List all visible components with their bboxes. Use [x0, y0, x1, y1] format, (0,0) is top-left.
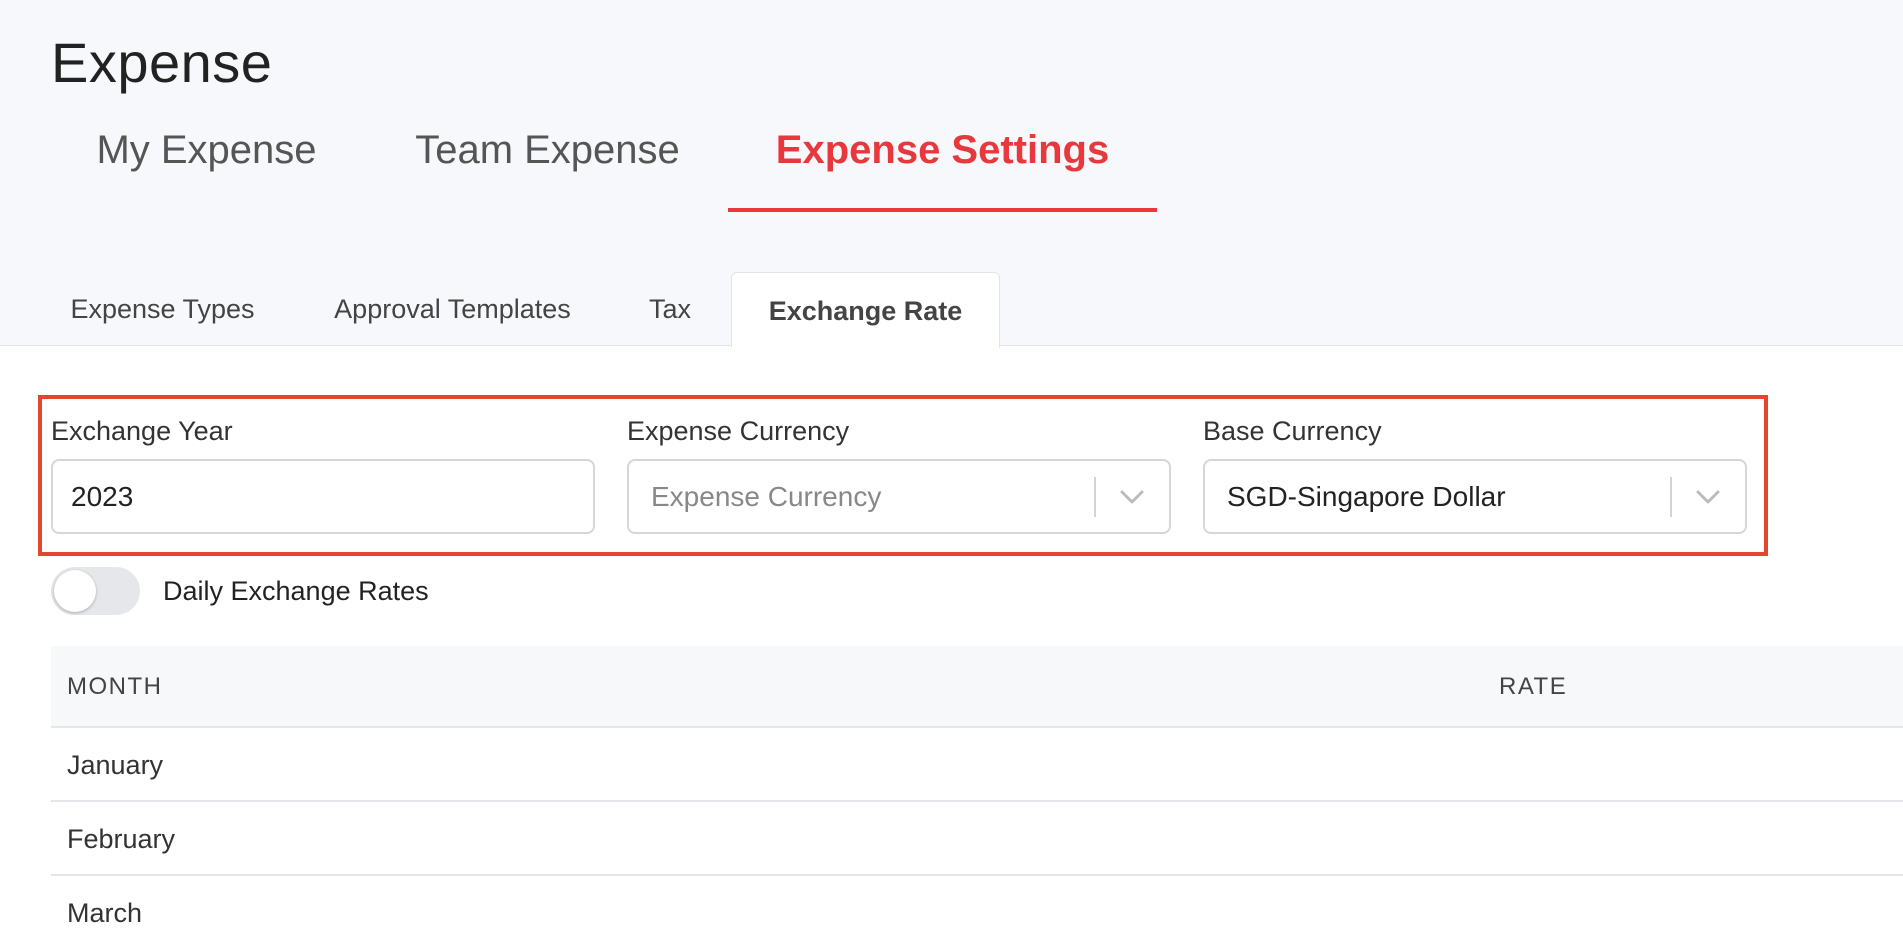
- toggle-knob: [54, 570, 96, 612]
- table-header: MONTH RATE: [51, 646, 1903, 728]
- tab-team-expense[interactable]: Team Expense: [400, 110, 695, 210]
- expense-currency-select[interactable]: Expense Currency: [627, 459, 1171, 534]
- select-separator: [1094, 477, 1096, 517]
- tab-expense-settings[interactable]: Expense Settings: [728, 110, 1157, 212]
- expense-currency-placeholder: Expense Currency: [651, 481, 882, 512]
- month-cell: February: [67, 824, 176, 854]
- page-header: Expense My Expense Team Expense Expense …: [0, 0, 1903, 348]
- subtab-label: Approval Templates: [334, 294, 571, 324]
- daily-exchange-rates-toggle[interactable]: [51, 567, 140, 615]
- table-row: January: [51, 728, 1903, 802]
- main-tabs: My Expense Team Expense Expense Settings: [0, 110, 1903, 212]
- table-row: March: [51, 876, 1903, 936]
- subtab-approval-templates[interactable]: Approval Templates: [315, 272, 590, 346]
- expense-currency-label: Expense Currency: [627, 416, 850, 446]
- exchange-year-label: Exchange Year: [51, 416, 233, 446]
- select-separator: [1670, 477, 1672, 517]
- subtab-exchange-rate[interactable]: Exchange Rate: [731, 272, 1000, 348]
- base-currency-value: SGD-Singapore Dollar: [1227, 481, 1506, 512]
- subtab-label: Exchange Rate: [768, 296, 963, 326]
- exchange-year-input[interactable]: 2023: [51, 459, 595, 534]
- base-currency-label: Base Currency: [1203, 416, 1382, 446]
- base-currency-select[interactable]: SGD-Singapore Dollar: [1203, 459, 1747, 534]
- month-cell: March: [67, 898, 143, 928]
- subtab-label: Expense Types: [70, 294, 255, 324]
- month-cell: January: [67, 750, 164, 780]
- daily-exchange-rates-label: Daily Exchange Rates: [163, 576, 429, 606]
- page-title: Expense: [51, 31, 273, 94]
- chevron-down-icon[interactable]: [1693, 485, 1723, 509]
- column-header-month: MONTH: [67, 673, 163, 700]
- sub-tabs: Expense Types Approval Templates Tax Exc…: [0, 272, 1903, 348]
- active-tab-underline: [728, 208, 1157, 212]
- subtab-label: Tax: [648, 294, 692, 324]
- tab-label: My Expense: [96, 128, 317, 172]
- exchange-year-value: 2023: [71, 481, 134, 512]
- subtab-expense-types[interactable]: Expense Types: [50, 272, 275, 346]
- subtab-tax[interactable]: Tax: [630, 272, 710, 346]
- tab-label: Team Expense: [415, 128, 680, 172]
- tab-my-expense[interactable]: My Expense: [84, 110, 329, 210]
- table-row: February: [51, 802, 1903, 876]
- exchange-rate-table: MONTH RATE January February March: [51, 646, 1903, 936]
- chevron-down-icon[interactable]: [1117, 485, 1147, 509]
- column-header-rate: RATE: [1499, 673, 1568, 700]
- tab-label: Expense Settings: [775, 128, 1110, 172]
